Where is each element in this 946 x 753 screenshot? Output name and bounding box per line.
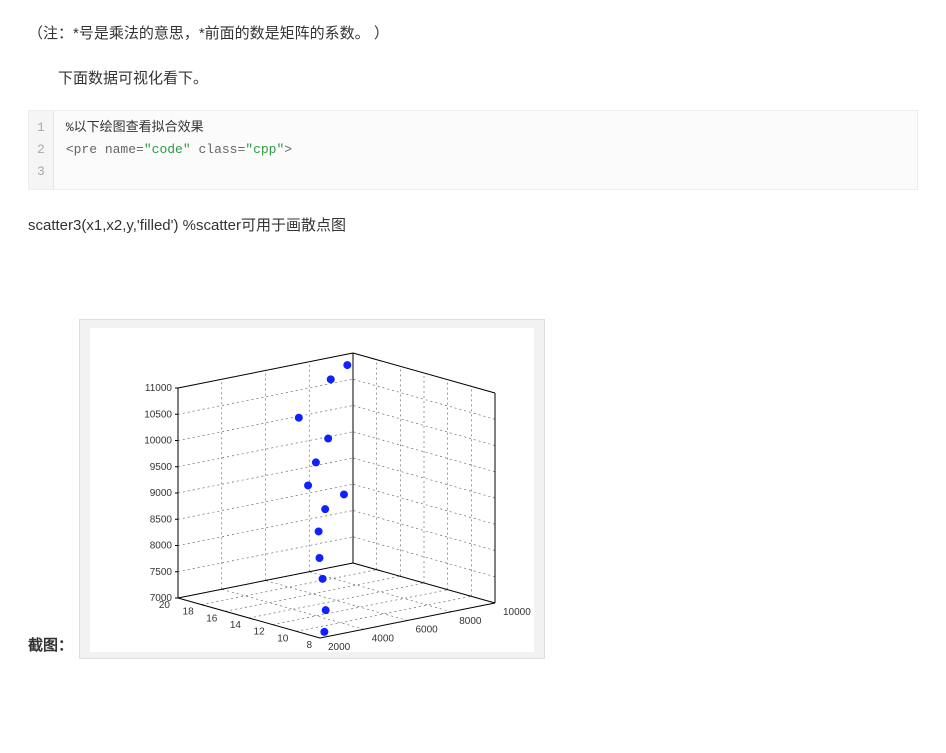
svg-text:2000: 2000 bbox=[328, 642, 351, 652]
svg-text:10: 10 bbox=[277, 633, 289, 644]
svg-text:7500: 7500 bbox=[150, 567, 173, 578]
svg-text:8: 8 bbox=[306, 640, 312, 651]
scatter3d-plot: 7000750080008500900095001000010500110008… bbox=[90, 328, 534, 652]
plot-frame: 7000750080008500900095001000010500110008… bbox=[79, 319, 545, 659]
svg-text:18: 18 bbox=[183, 607, 195, 618]
code-line-2: %以下绘图查看拟合效果 bbox=[66, 117, 292, 139]
svg-text:12: 12 bbox=[254, 627, 266, 638]
svg-text:6000: 6000 bbox=[416, 625, 439, 636]
svg-text:4000: 4000 bbox=[372, 633, 395, 644]
svg-text:9000: 9000 bbox=[150, 488, 173, 499]
note-paragraph: （注：*号是乘法的意思，*前面的数是矩阵的系数。 ） bbox=[28, 20, 918, 47]
svg-text:10500: 10500 bbox=[144, 409, 172, 420]
svg-text:8000: 8000 bbox=[150, 541, 173, 552]
svg-text:20: 20 bbox=[159, 600, 171, 611]
line-number: 2 bbox=[37, 139, 45, 161]
plot-inner: 7000750080008500900095001000010500110008… bbox=[90, 328, 534, 652]
svg-text:11000: 11000 bbox=[145, 383, 173, 394]
code-lines: %以下绘图查看拟合效果<pre name="code" class="cpp"> bbox=[54, 111, 304, 189]
code-gutter: 1 2 3 bbox=[29, 111, 54, 189]
svg-text:8500: 8500 bbox=[150, 514, 173, 525]
scatter-line: scatter3(x1,x2,y,'filled') %scatter可用于画散… bbox=[28, 212, 918, 239]
caption-label: 截图： bbox=[28, 634, 73, 659]
line-number: 3 bbox=[37, 161, 45, 183]
svg-text:16: 16 bbox=[206, 613, 218, 624]
viz-intro-paragraph: 下面数据可视化看下。 bbox=[28, 65, 918, 92]
svg-text:10000: 10000 bbox=[503, 607, 531, 618]
code-block: 1 2 3 %以下绘图查看拟合效果<pre name="code" class=… bbox=[28, 110, 918, 190]
svg-text:8000: 8000 bbox=[459, 616, 482, 627]
line-number: 1 bbox=[37, 117, 45, 139]
svg-text:10000: 10000 bbox=[144, 436, 172, 447]
code-line-3: <pre name="code" class="cpp"> bbox=[66, 139, 292, 161]
svg-text:14: 14 bbox=[230, 620, 242, 631]
svg-text:9500: 9500 bbox=[150, 462, 173, 473]
